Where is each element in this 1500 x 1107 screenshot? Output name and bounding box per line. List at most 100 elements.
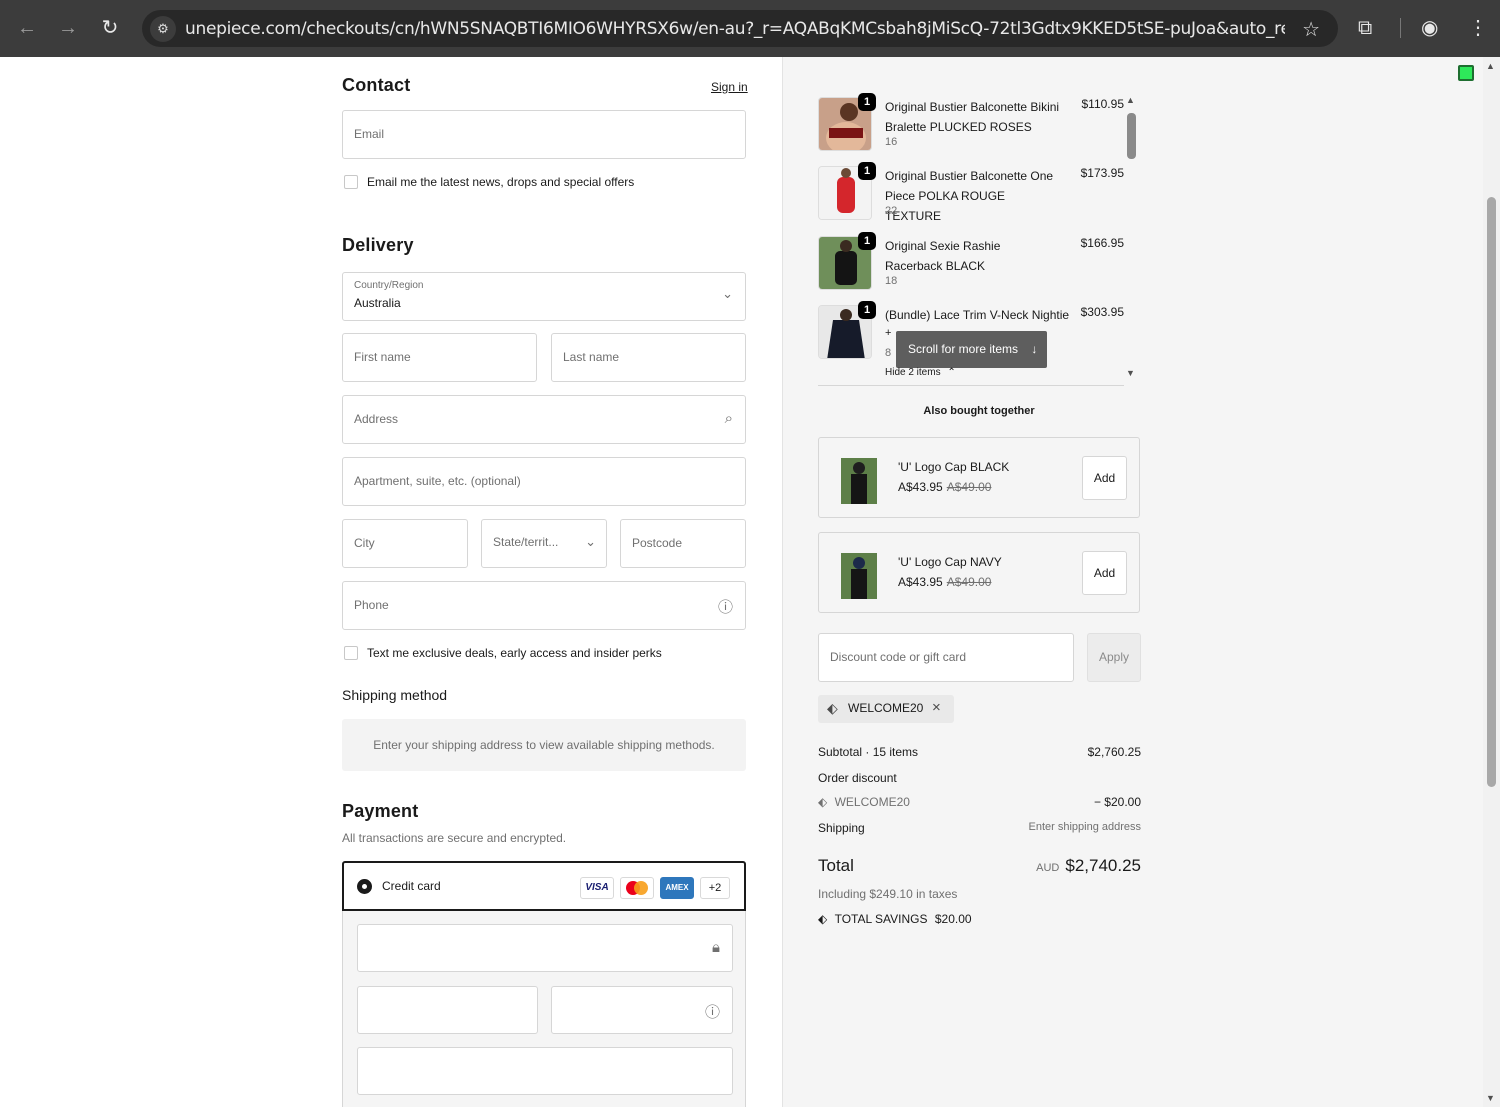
- postcode-placeholder: Postcode: [632, 536, 683, 550]
- quantity-badge: 1: [858, 93, 876, 111]
- order-discount-label: Order discount: [818, 771, 897, 785]
- browser-toolbar: ← → ↻ ⚙ unepiece.com/checkouts/cn/hWN5SN…: [0, 0, 1500, 57]
- card-number-field[interactable]: 🔒︎: [357, 924, 733, 972]
- scroll-more-button[interactable]: Scroll for more items ↓: [896, 331, 1047, 368]
- state-select[interactable]: State/territ... ⌄: [481, 519, 607, 568]
- search-icon: ⌕: [724, 410, 733, 427]
- phone-field[interactable]: Phone ⓘ: [342, 581, 746, 630]
- site-info-icon[interactable]: ⚙: [150, 16, 176, 42]
- phone-placeholder: Phone: [354, 598, 389, 612]
- credit-card-option[interactable]: Credit card VISA AMEX +2: [342, 861, 746, 911]
- page-scroll-thumb[interactable]: [1487, 197, 1496, 787]
- newsletter-label: Email me the latest news, drops and spec…: [367, 175, 635, 189]
- item-price: $166.95: [1080, 236, 1124, 250]
- item-price: $110.95: [1081, 97, 1125, 111]
- sms-label: Text me exclusive deals, early access an…: [367, 646, 662, 660]
- lock-icon: 🔒︎: [712, 939, 720, 956]
- email-field[interactable]: Email: [342, 110, 746, 159]
- security-code-field[interactable]: ⓘ: [551, 986, 733, 1034]
- address-bar[interactable]: ⚙ unepiece.com/checkouts/cn/hWN5SNAQBTI6…: [142, 10, 1338, 47]
- hide-items-link[interactable]: Hide 2 items ⌃: [885, 367, 956, 378]
- last-name-field[interactable]: Last name: [551, 333, 746, 382]
- help-icon[interactable]: ⓘ: [718, 596, 733, 617]
- total-value: $2,740.25: [1065, 856, 1141, 875]
- remove-code-icon[interactable]: ×: [932, 699, 941, 716]
- upsell-price: A$43.95: [898, 575, 943, 589]
- extensions-icon[interactable]: ⧉: [1358, 16, 1372, 40]
- country-select[interactable]: Country/Region Australia ⌄: [342, 272, 746, 321]
- state-placeholder: State/territ...: [493, 535, 559, 549]
- item-name: Original Sexie Rashie Racerback BLACK: [885, 239, 1001, 273]
- upsell-price: A$43.95: [898, 480, 943, 494]
- upsell-old-price: A$49.00: [946, 480, 992, 494]
- country-label: Country/Region: [354, 280, 424, 291]
- card-details-panel: 🔒︎ ⓘ: [342, 911, 746, 1107]
- discount-code-input[interactable]: Discount code or gift card: [818, 633, 1074, 682]
- first-name-field[interactable]: First name: [342, 333, 537, 382]
- scroll-up-icon[interactable]: ▲: [1126, 95, 1135, 105]
- also-bought-heading: Also bought together: [923, 405, 1035, 417]
- bookmark-star-icon[interactable]: ☆: [1302, 17, 1320, 42]
- cart-scroll-thumb[interactable]: [1127, 113, 1136, 159]
- total-savings-row: ⬖ TOTAL SAVINGS $20.00: [818, 912, 972, 926]
- scroll-more-label: Scroll for more items: [908, 342, 1019, 356]
- apartment-placeholder: Apartment, suite, etc. (optional): [354, 474, 521, 488]
- taxes-note: Including $249.10 in taxes: [818, 887, 958, 901]
- item-name: Original Bustier Balconette One Piece PO…: [885, 169, 1054, 223]
- more-cards-badge: +2: [700, 877, 730, 899]
- sms-checkbox[interactable]: [344, 646, 358, 660]
- city-field[interactable]: City: [342, 519, 468, 568]
- item-name: Original Bustier Balconette Bikini Brale…: [885, 100, 1060, 134]
- item-name: (Bundle) Lace Trim V-Neck Nightie: [885, 308, 1070, 322]
- payment-subtitle: All transactions are secure and encrypte…: [342, 831, 567, 845]
- page-scrollbar[interactable]: ▲ ▼: [1483, 57, 1500, 1107]
- forward-icon[interactable]: →: [56, 16, 80, 40]
- credit-card-radio[interactable]: [357, 879, 372, 894]
- add-button[interactable]: Add: [1082, 551, 1127, 595]
- hide-items-label: Hide 2 items: [885, 367, 941, 378]
- toolbar-divider: [1400, 18, 1401, 38]
- subtotal-label: Subtotal · 15 items: [818, 745, 919, 759]
- name-on-card-field[interactable]: [357, 1047, 733, 1095]
- add-button[interactable]: Add: [1082, 456, 1127, 500]
- apartment-field[interactable]: Apartment, suite, etc. (optional): [342, 457, 746, 506]
- cart-scrollbar[interactable]: ▲ ▼: [1125, 95, 1139, 385]
- help-icon[interactable]: ⓘ: [705, 1001, 720, 1022]
- arrow-down-icon: ↓: [1031, 342, 1038, 356]
- back-icon[interactable]: ←: [15, 16, 39, 40]
- url-text[interactable]: unepiece.com/checkouts/cn/hWN5SNAQBTI6MI…: [185, 19, 1285, 39]
- postcode-field[interactable]: Postcode: [620, 519, 746, 568]
- chevron-down-icon: ⌄: [722, 286, 733, 301]
- address-field[interactable]: Address ⌕: [342, 395, 746, 444]
- status-indicator: [1458, 65, 1474, 81]
- shipping-method-heading: Shipping method: [342, 687, 448, 703]
- discount-value: − $20.00: [1093, 795, 1141, 809]
- menu-kebab-icon[interactable]: ⋮: [1468, 16, 1488, 40]
- profile-icon[interactable]: ◉: [1421, 16, 1438, 40]
- chevron-up-icon: ⌃: [947, 367, 956, 378]
- currency-code: AUD: [1036, 862, 1060, 874]
- delivery-heading: Delivery: [342, 235, 414, 255]
- first-name-placeholder: First name: [354, 350, 411, 364]
- upsell-card: 'U' Logo Cap BLACK A$43.95 A$49.00 Add: [818, 437, 1140, 518]
- reload-icon[interactable]: ↻: [98, 16, 122, 40]
- scroll-down-icon[interactable]: ▼: [1126, 368, 1135, 378]
- discount-code-row: ⬖ WELCOME20: [818, 795, 910, 809]
- upsell-card: 'U' Logo Cap NAVY A$43.95 A$49.00 Add: [818, 532, 1140, 613]
- chevron-down-icon: ⌄: [585, 534, 596, 549]
- expiry-field[interactable]: [357, 986, 538, 1034]
- applied-code: WELCOME20: [848, 701, 924, 715]
- amex-icon: AMEX: [660, 877, 694, 899]
- item-size: 16: [885, 136, 898, 148]
- mastercard-icon: [620, 877, 654, 899]
- scroll-up-icon[interactable]: ▲: [1486, 61, 1495, 71]
- city-placeholder: City: [354, 536, 375, 550]
- payment-heading: Payment: [342, 801, 419, 821]
- tag-icon: ⬖: [818, 795, 828, 809]
- scroll-down-icon[interactable]: ▼: [1486, 1093, 1495, 1103]
- total-label: Total: [818, 856, 854, 875]
- newsletter-checkbox[interactable]: [344, 175, 358, 189]
- sign-in-link[interactable]: Sign in: [711, 80, 748, 94]
- applied-code-tag: ⬖ WELCOME20 ×: [818, 695, 954, 723]
- apply-button[interactable]: Apply: [1087, 633, 1141, 682]
